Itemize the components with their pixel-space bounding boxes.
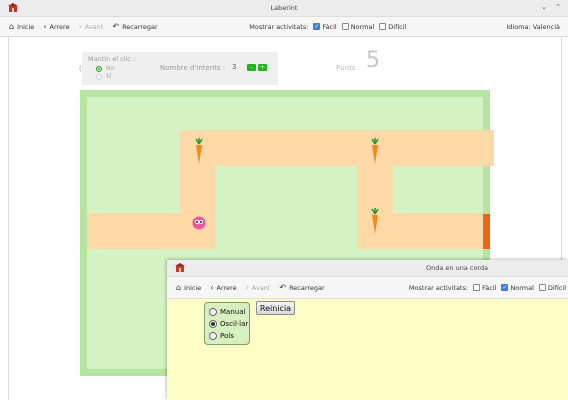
forward-label: Avant (251, 283, 271, 292)
hold-click-yes-radio[interactable] (96, 73, 102, 80)
reset-button[interactable]: Reinicia (256, 301, 295, 315)
activity-easy-label: Fàcil (322, 22, 337, 31)
titlebar: Laberint ⌄ ⌃ (0, 0, 568, 17)
score-label: Punts : (336, 64, 360, 72)
home-icon: ⌂ (176, 282, 182, 292)
reload-label: Recarregar (122, 22, 158, 31)
hold-click-no-radio[interactable] (96, 65, 102, 72)
forward-arrow-icon: › (245, 282, 249, 292)
maze-path-top (180, 130, 494, 166)
carrot-icon (195, 138, 203, 164)
panel-bracket: ( (79, 65, 82, 73)
reload-label: Recarregar (289, 283, 325, 292)
language-label: Idioma: (506, 22, 531, 31)
mode-manual-radio[interactable] (209, 308, 217, 316)
mode-oscillate-label: Oscil·lar (220, 320, 249, 328)
carrot-icon (371, 138, 379, 164)
mode-selector: Manual Oscil·lar Pols (204, 302, 250, 345)
mode-pulse-label: Pols (220, 332, 234, 340)
activities-label: Mostrar activitats: (249, 22, 309, 31)
mode-manual-label: Manual (220, 308, 246, 316)
app-icon (8, 3, 18, 12)
home-button[interactable]: ⌂ Inicie (9, 21, 35, 31)
navigation-bar: ⌂ Inicie ‹ Arrere › Avant ↶ Recarregar M… (0, 17, 568, 37)
score-value: 5 (366, 48, 380, 73)
back-button[interactable]: ‹ Arrere (210, 282, 237, 292)
activity-normal-label: Normal (350, 22, 375, 31)
home-button[interactable]: ⌂ Inicie (176, 282, 202, 292)
hold-click-yes-option[interactable]: Sí (96, 73, 111, 80)
back-arrow-icon: ‹ (210, 282, 214, 292)
back-button[interactable]: ‹ Arrere (43, 21, 70, 31)
activity-hard-label: Difícil (547, 283, 566, 292)
mode-pulse-radio[interactable] (209, 332, 217, 340)
activity-hard-checkbox[interactable] (379, 23, 387, 30)
activity-normal-option[interactable]: Normal (341, 22, 375, 31)
app-icon (175, 263, 185, 272)
activity-hard-option[interactable]: Difícil (538, 283, 566, 292)
activity-normal-checkbox[interactable]: ✓ (501, 284, 509, 291)
hold-click-no-label: No (106, 65, 115, 72)
attempts-value: 3 (232, 63, 237, 71)
onda-window[interactable]: Onda en una corda ⌂ Inicie ‹ Arrere › Av… (167, 260, 568, 400)
activity-normal-option[interactable]: ✓ Normal (501, 284, 534, 292)
reload-button[interactable]: ↶ Recarregar (279, 282, 325, 292)
home-label: Inicie (184, 283, 202, 292)
activity-hard-label: Difícil (388, 22, 407, 31)
critter-icon[interactable] (192, 216, 206, 230)
activity-normal-label: Normal (510, 283, 534, 292)
activity-easy-checkbox[interactable]: ✓ (313, 23, 321, 30)
language-value: Valencià (532, 22, 560, 31)
hold-click-no-option[interactable]: No (96, 65, 114, 72)
reload-button[interactable]: ↶ Recarregar (112, 21, 158, 31)
game-control-panel: Mantín el clic : ( No Sí Nombre d'intent… (79, 52, 278, 85)
forward-arrow-icon: › (78, 21, 82, 31)
maze-exit (483, 214, 490, 249)
hold-click-yes-label: Sí (106, 73, 112, 80)
carrot-icon (371, 208, 379, 234)
reload-icon: ↶ (112, 21, 120, 31)
activity-hard-checkbox[interactable] (538, 284, 546, 291)
forward-button[interactable]: › Avant (245, 282, 271, 292)
activity-easy-label: Fàcil (482, 283, 497, 292)
back-arrow-icon: ‹ (43, 21, 47, 31)
window-title: Laberint (270, 4, 298, 12)
left-border (8, 37, 9, 400)
home-icon: ⌂ (9, 21, 15, 31)
home-label: Inicie (17, 22, 35, 31)
window-controls[interactable]: ⌄ ⌃ (541, 3, 564, 11)
mode-oscillate-option[interactable]: Oscil·lar (209, 318, 249, 330)
attempts-label: Nombre d'intents : (160, 64, 226, 72)
activity-normal-checkbox[interactable] (341, 23, 349, 30)
simulation-area[interactable]: Manual Oscil·lar Pols Reinicia (167, 299, 568, 400)
activity-easy-checkbox[interactable] (473, 284, 481, 291)
window-title: Onda en una corda (426, 264, 489, 272)
back-label: Arrere (216, 283, 237, 292)
hold-click-label: Mantín el clic : (88, 55, 136, 63)
back-label: Arrere (49, 22, 70, 31)
language-selector[interactable]: Idioma: Valencià (506, 23, 560, 31)
forward-label: Avant (84, 22, 104, 31)
attempts-increase-button[interactable]: + (258, 64, 267, 71)
activity-easy-option[interactable]: ✓ Fàcil (313, 22, 337, 31)
titlebar: Onda en una corda (167, 260, 568, 277)
mode-manual-option[interactable]: Manual (209, 306, 249, 318)
activity-easy-option[interactable]: Fàcil (473, 284, 496, 292)
forward-button[interactable]: › Avant (78, 21, 104, 31)
mode-pulse-option[interactable]: Pols (209, 330, 249, 342)
reload-icon: ↶ (279, 282, 287, 292)
navigation-bar: ⌂ Inicie ‹ Arrere › Avant ↶ Recarregar M… (167, 277, 568, 299)
activity-hard-option[interactable]: Difícil (379, 23, 406, 31)
attempts-decrease-button[interactable]: - (247, 64, 256, 71)
mode-oscillate-radio[interactable] (209, 320, 217, 328)
activities-label: Mostrar activitats: (408, 283, 469, 292)
